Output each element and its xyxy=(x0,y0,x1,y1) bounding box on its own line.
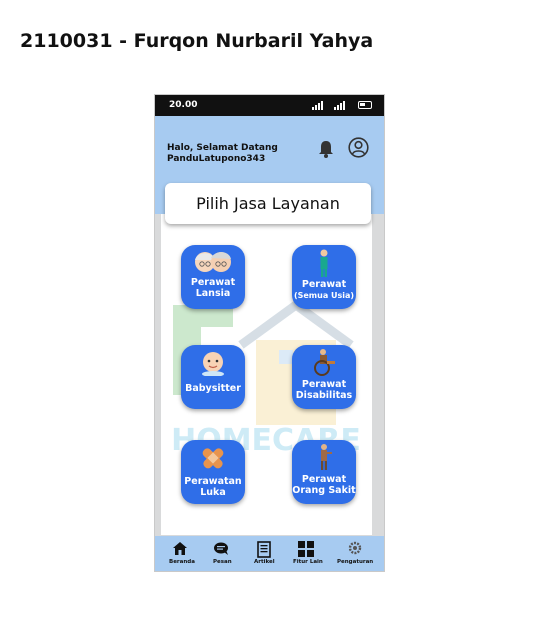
nav-label: Beranda xyxy=(169,559,195,565)
bandage-icon xyxy=(202,448,224,469)
home-icon xyxy=(173,542,187,555)
nav-label: Artikel xyxy=(254,559,275,565)
service-perawat-semua-usia[interactable]: Perawat (Semua Usia) xyxy=(292,245,356,309)
greeting: Halo, Selamat Datang PanduLatupono343 xyxy=(167,143,278,165)
bottom-nav: Beranda Pesan Artikel Fitur Lain Pengatu… xyxy=(155,536,384,571)
battery-icon xyxy=(358,101,372,109)
tile-line2: Disabilitas xyxy=(295,390,353,401)
tile-line1: Babysitter xyxy=(185,383,241,394)
service-perawat-orang-sakit[interactable]: Perawat Orang Sakit xyxy=(292,440,356,504)
service-babysitter[interactable]: Babysitter xyxy=(181,345,245,409)
nurse-icon xyxy=(320,249,328,277)
tile-line2: Lansia xyxy=(195,288,231,299)
status-time: 20.00 xyxy=(169,100,198,110)
chat-icon xyxy=(214,542,228,555)
service-perawat-lansia[interactable]: Perawat Lansia xyxy=(181,245,245,309)
tile-line1: Perawat xyxy=(190,277,236,288)
article-icon xyxy=(257,541,271,558)
tile-line1: Perawatan xyxy=(184,476,242,487)
tile-line2: Orang Sakit xyxy=(292,485,356,496)
service-perawat-disabilitas[interactable]: Perawat Disabilitas xyxy=(292,345,356,409)
tile-line1: Perawat xyxy=(301,379,347,390)
service-perawatan-luka[interactable]: Perawatan Luka xyxy=(181,440,245,504)
nav-label: Pesan xyxy=(213,559,232,565)
tile-line2: Luka xyxy=(200,487,226,498)
baby-icon xyxy=(202,352,224,376)
nav-label: Fitur Lain xyxy=(293,559,323,565)
user-profile-icon[interactable] xyxy=(348,137,369,158)
username: PanduLatupono343 xyxy=(167,154,266,164)
nav-pengaturan[interactable]: Pengaturan xyxy=(333,536,377,571)
greeting-text: Halo, Selamat Datang xyxy=(167,143,278,153)
nav-artikel[interactable]: Artikel xyxy=(247,536,281,571)
grid-icon xyxy=(298,541,314,557)
settings-icon xyxy=(348,541,362,555)
service-card-title: Pilih Jasa Layanan xyxy=(165,183,371,224)
nav-fitur-lain[interactable]: Fitur Lain xyxy=(289,536,323,571)
elderly-couple-icon xyxy=(195,252,231,272)
page-title: 2110031 - Furqon Nurbaril Yahya xyxy=(20,30,374,52)
wheelchair-icon xyxy=(314,349,335,376)
tile-line1: Perawat xyxy=(301,279,347,290)
phone-frame: 20.00 Halo, Selamat Datang PanduLatupono… xyxy=(154,94,385,572)
signal-icon xyxy=(334,101,345,110)
nav-beranda[interactable]: Beranda xyxy=(163,536,197,571)
nav-pesan[interactable]: Pesan xyxy=(205,536,239,571)
bell-icon[interactable] xyxy=(317,139,335,159)
sick-person-icon xyxy=(321,444,332,470)
signal-icon xyxy=(312,101,323,110)
nav-label: Pengaturan xyxy=(337,559,374,565)
tile-line1: Perawat xyxy=(301,474,347,485)
status-bar: 20.00 xyxy=(155,95,384,116)
tile-line2: (Semua Usia) xyxy=(293,291,355,300)
